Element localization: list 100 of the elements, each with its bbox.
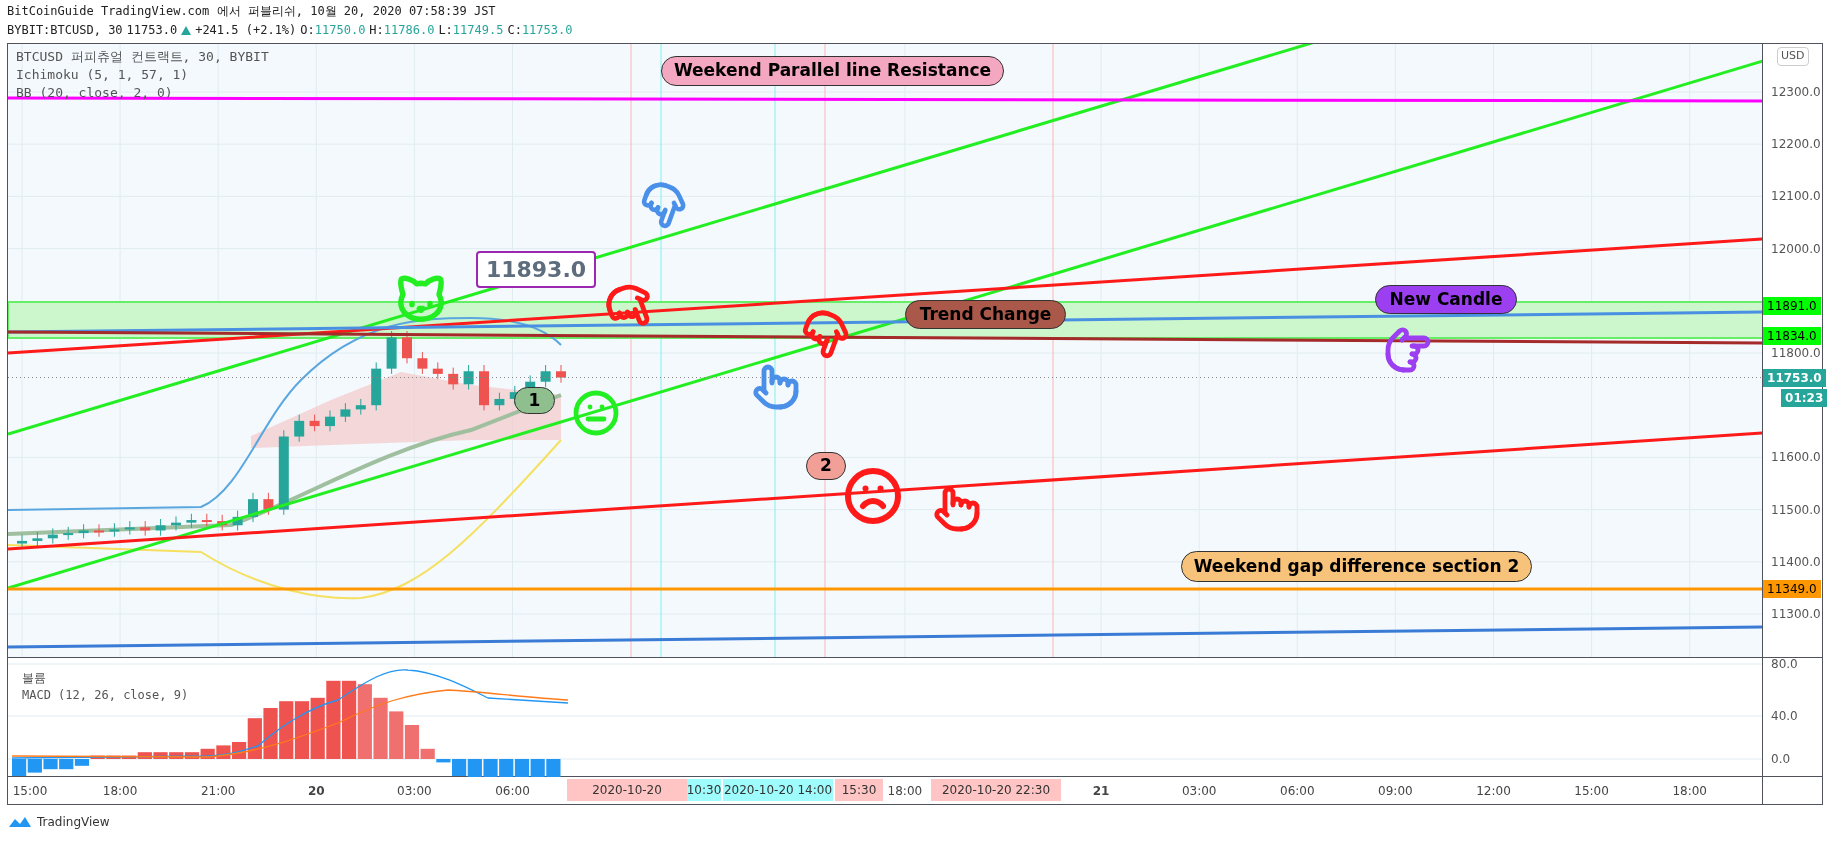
- candle: [124, 520, 135, 536]
- price-tick: 12200.0: [1771, 137, 1821, 152]
- macd-tick: 80.0: [1771, 657, 1798, 671]
- histogram-bar: [373, 697, 388, 759]
- histogram-bar: [12, 759, 27, 776]
- candle: [494, 392, 505, 411]
- time-marker-label: 15:30: [835, 779, 883, 801]
- time-tick: 03:00: [397, 783, 432, 800]
- histogram-bar: [389, 711, 404, 759]
- histogram-bar: [546, 759, 561, 777]
- histogram-bar: [263, 708, 278, 759]
- ohlc-label: O:: [300, 22, 315, 39]
- text-callout: New Candle: [1375, 285, 1517, 314]
- candle: [47, 527, 58, 545]
- price-tick: 11800.0: [1771, 346, 1821, 360]
- text-callout: Trend Change: [905, 300, 1066, 329]
- candle: [63, 526, 74, 541]
- histogram-bar: [310, 697, 325, 759]
- ohlc-value: 11749.5: [452, 22, 504, 39]
- candle: [448, 367, 459, 391]
- text-callout: Weekend Parallel line Resistance: [661, 56, 1004, 86]
- indicator-legend: BTCUSD 퍼피츄얼 컨트랙트, 30, BYBIT: [16, 48, 269, 66]
- candle: [355, 398, 366, 416]
- price-callout: 11893.0: [476, 251, 596, 288]
- time-tick: 06:00: [495, 783, 530, 800]
- candle: [248, 492, 258, 523]
- symbol-label: BYBIT:BTCUSD, 30: [7, 22, 123, 39]
- time-marker-label: 2020-10-20 22:30: [931, 779, 1061, 801]
- price-tick: 11400.0: [1771, 554, 1821, 569]
- candle: [109, 522, 120, 538]
- candle: [479, 364, 489, 411]
- macd-tick: 40.0: [1771, 709, 1798, 723]
- candle: [371, 361, 382, 411]
- text-callout: Weekend gap difference section 2: [1181, 551, 1532, 582]
- time-tick: 09:00: [1378, 783, 1413, 800]
- candle: [325, 409, 335, 432]
- time-marker-label: 2020-10-20: [567, 779, 687, 801]
- time-tick: 20: [307, 783, 325, 800]
- candle: [78, 523, 89, 539]
- candle: [201, 513, 212, 527]
- price-label: 11753.0: [1763, 369, 1826, 387]
- ohlc-value: 11753.0: [521, 22, 573, 39]
- candle: [309, 414, 320, 432]
- histogram-bar: [499, 759, 514, 777]
- text-callout: 1: [514, 387, 555, 414]
- candle: [432, 361, 443, 380]
- indicator-legend: MACD (12, 26, close, 9): [22, 687, 189, 704]
- histogram-bar: [514, 759, 530, 777]
- candle: [186, 513, 197, 529]
- candle: [171, 515, 181, 531]
- time-marker-label: 10:30: [687, 779, 721, 801]
- text-callout: 2: [806, 452, 846, 480]
- candle: [417, 351, 428, 375]
- currency-label[interactable]: USD: [1777, 47, 1809, 66]
- time-tick: 12:00: [1476, 783, 1511, 800]
- candle: [556, 364, 566, 384]
- time-marker-label: 2020-10-20 14:00: [723, 779, 833, 801]
- histogram-bar: [279, 701, 294, 759]
- price-label: 11349.0: [1763, 580, 1821, 598]
- pointing-hand-icon: [1384, 326, 1432, 374]
- candle: [340, 402, 351, 423]
- indicator-legend: 볼륨: [22, 670, 189, 687]
- candle: [540, 364, 551, 388]
- price-tick: 12000.0: [1771, 241, 1821, 256]
- candle: [217, 514, 228, 531]
- histogram-bar: [483, 759, 498, 777]
- time-tick: 18:00: [102, 783, 138, 800]
- candle: [155, 518, 166, 537]
- time-tick: 21:00: [200, 783, 236, 800]
- ohlc-value: 11786.0: [383, 22, 435, 39]
- candle: [294, 414, 305, 443]
- price-tick: 11600.0: [1771, 450, 1821, 465]
- histogram-bar: [27, 759, 42, 773]
- candle: [232, 510, 243, 531]
- time-tick: 18:00: [887, 783, 923, 800]
- candle: [94, 523, 104, 538]
- price-label: 11891.0: [1763, 297, 1821, 315]
- time-tick: 15:00: [1574, 783, 1609, 800]
- pointing-hand-icon: [752, 363, 800, 411]
- candle: [386, 330, 397, 375]
- brand-name[interactable]: TradingView: [37, 813, 110, 831]
- candle: [17, 534, 27, 550]
- candle: [402, 330, 412, 364]
- last-price: 11753.0: [126, 22, 178, 39]
- ohlc-label: C:: [507, 22, 522, 39]
- price-label: 11834.0: [1763, 327, 1821, 345]
- price-tick: 11500.0: [1771, 502, 1821, 517]
- neutral-face-icon: [572, 389, 620, 437]
- ohlc-label: H:: [369, 22, 384, 39]
- time-tick: 15:00: [12, 783, 48, 800]
- macd-tick: 0.0: [1771, 752, 1791, 766]
- histogram-bar: [294, 701, 310, 759]
- time-tick: 18:00: [1672, 783, 1707, 800]
- price-tick: 11300.0: [1771, 607, 1821, 621]
- indicator-legend: Ichimoku (5, 1, 57, 1): [16, 66, 269, 84]
- price-tick: 12300.0: [1771, 85, 1821, 99]
- ohlc-value: 11750.0: [314, 22, 366, 39]
- candle: [263, 492, 274, 516]
- price-change: +241.5 (+2.1%): [195, 22, 297, 39]
- price-tick: 12100.0: [1771, 189, 1821, 204]
